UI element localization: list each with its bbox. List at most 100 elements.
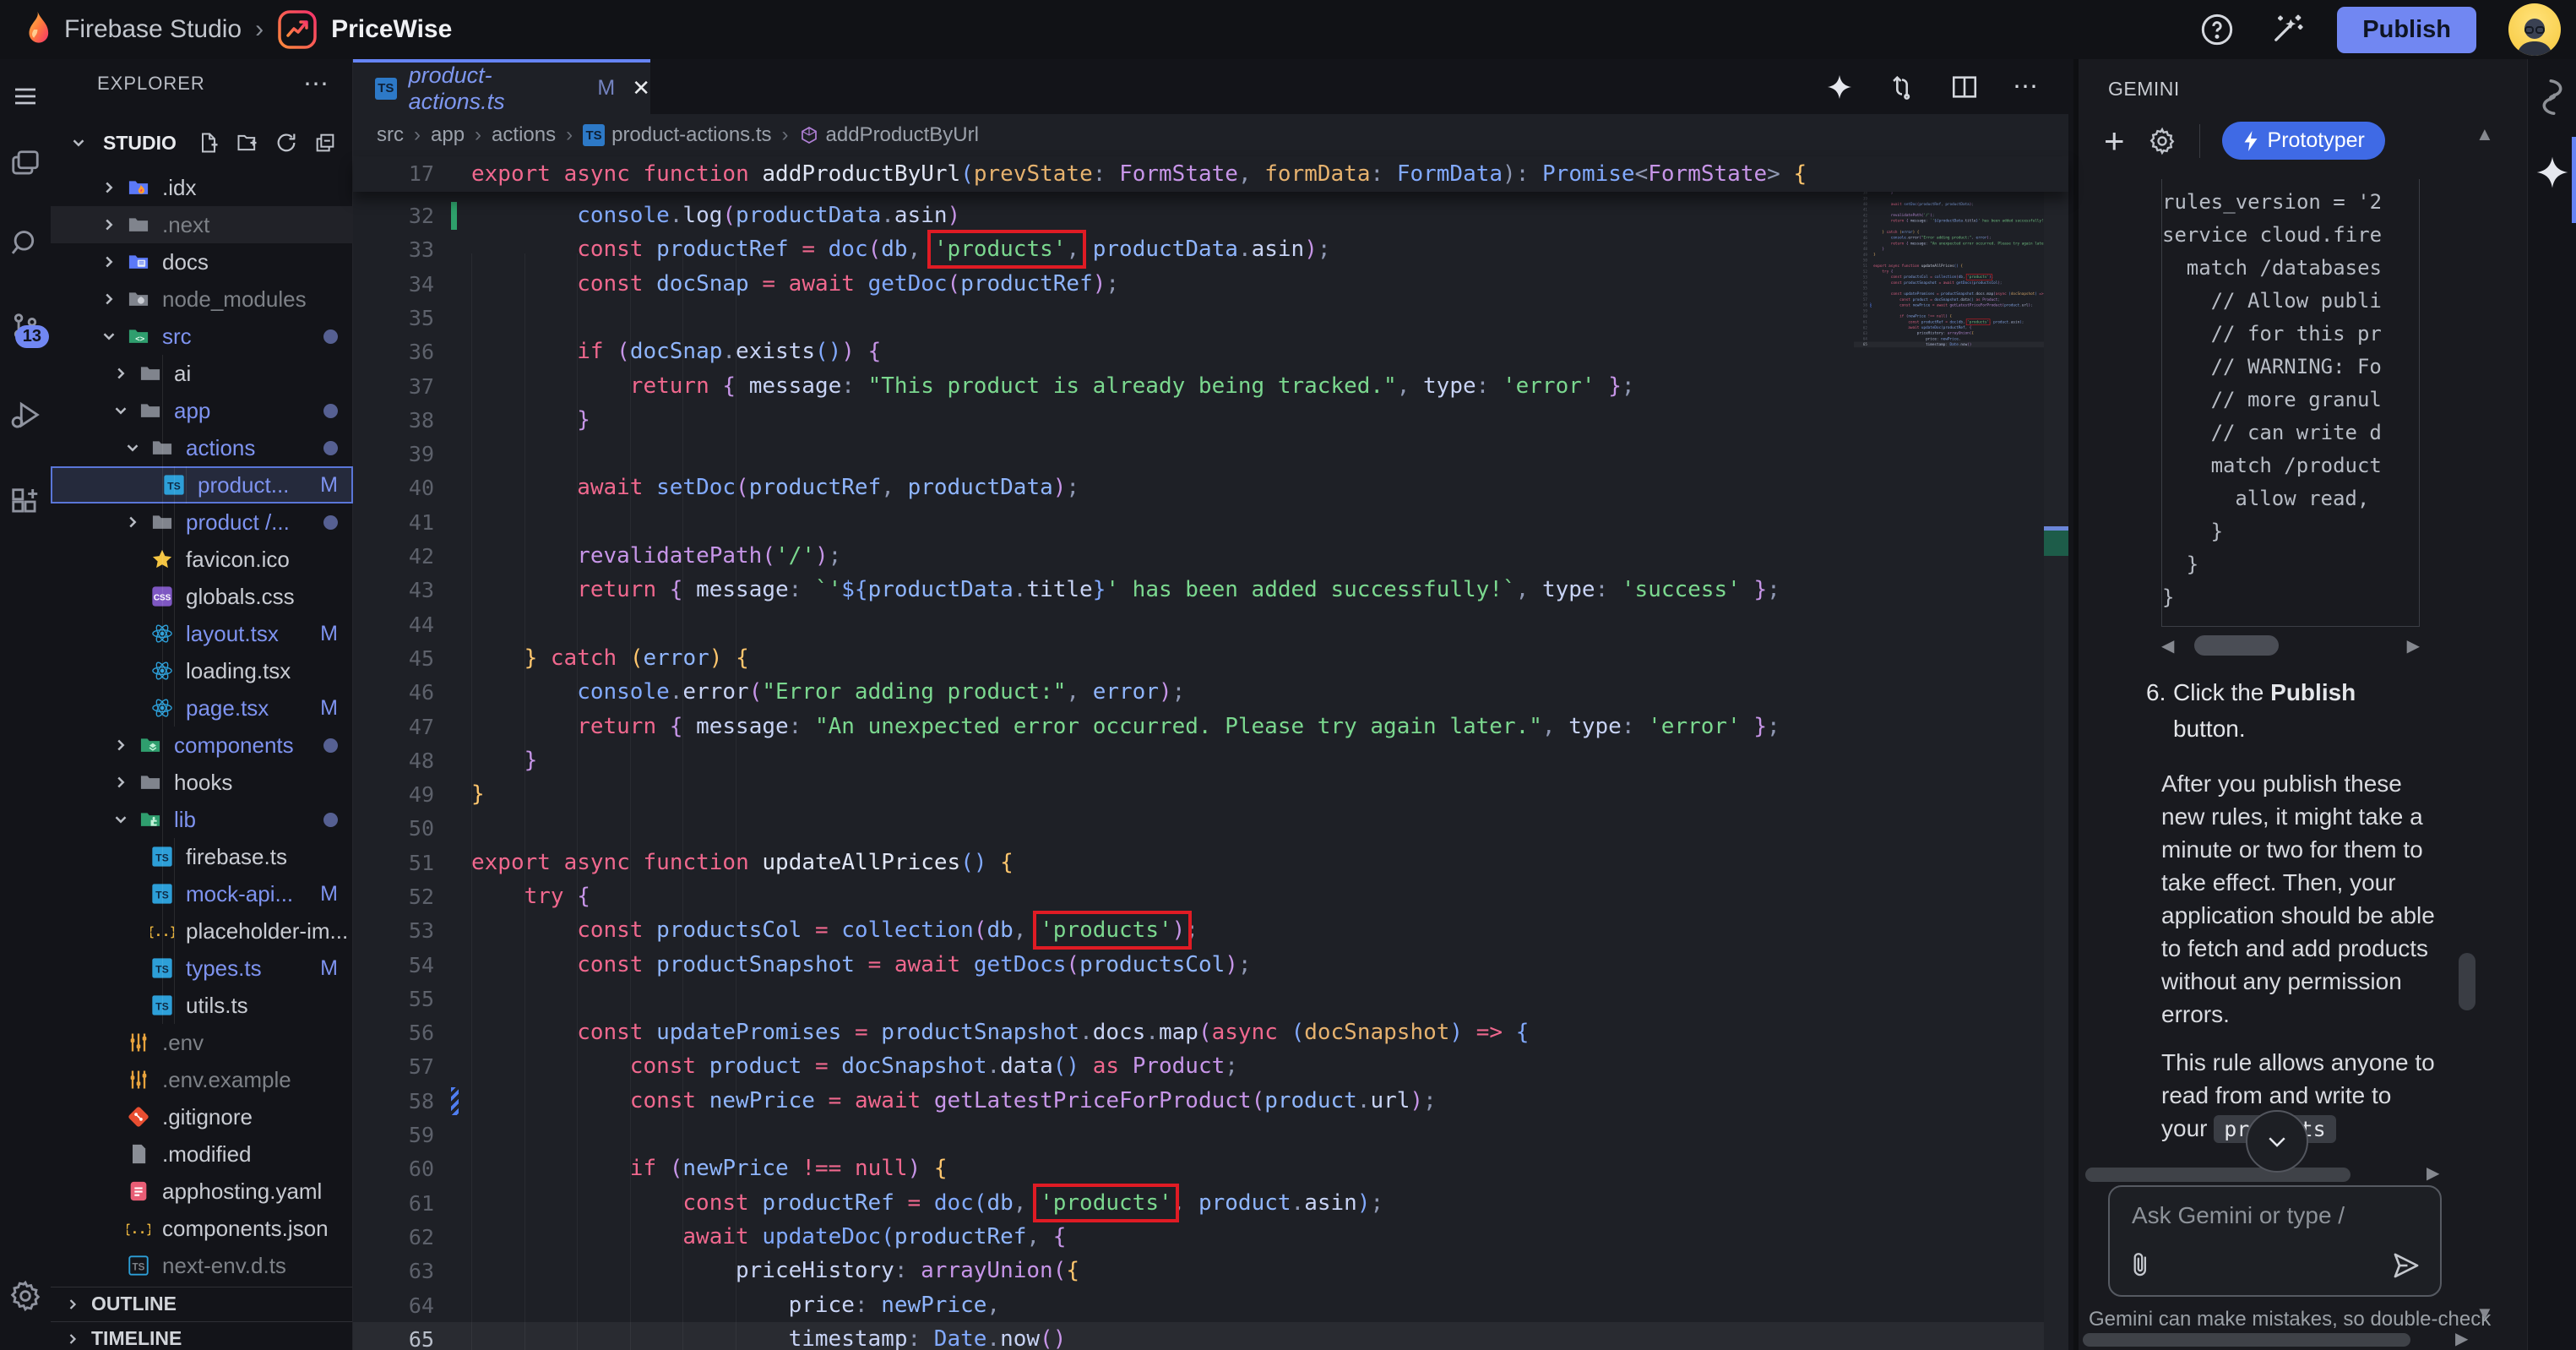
extensions-icon[interactable] (0, 480, 51, 524)
studio-section-header[interactable]: STUDIO (51, 123, 352, 162)
gemini-input-box[interactable]: Ask Gemini or type / (2108, 1185, 2442, 1297)
tree-item-app[interactable]: app (51, 392, 353, 429)
tree-item-page.tsx[interactable]: page.tsxM (51, 689, 353, 727)
scroll-left-icon[interactable]: ◀ (2161, 635, 2174, 656)
tree-item-.modified[interactable]: .modified (51, 1135, 353, 1173)
tree-item-placeholder-im...[interactable]: {..}placeholder-im... (51, 912, 353, 950)
publish-button[interactable]: Publish (2337, 7, 2476, 53)
code-block-hscrollbar[interactable]: ◀ ▶ (2161, 634, 2420, 657)
scroll-to-bottom-button[interactable] (2246, 1110, 2308, 1173)
scroll-right-icon[interactable]: ▶ (2427, 1162, 2439, 1184)
tree-item-.idx[interactable]: .idx (51, 169, 353, 206)
refresh-icon[interactable] (274, 131, 298, 155)
sticky-scroll-header[interactable]: 17export async function addProductByUrl(… (353, 156, 2068, 192)
tree-item-layout.tsx[interactable]: layout.tsxM (51, 615, 353, 652)
prototyper-badge[interactable]: Prototyper (2222, 122, 2385, 160)
editor-group: TS product-actions.ts M ✕ ⋯ (353, 59, 2068, 1350)
breadcrumb-item[interactable]: TSproduct-actions.ts (583, 123, 771, 147)
attach-paperclip-icon[interactable] (2128, 1250, 2154, 1283)
chat-hscrollbar[interactable] (2085, 1168, 2350, 1182)
run-debug-icon[interactable] (0, 393, 51, 437)
studio-spark-icon[interactable] (2528, 78, 2576, 117)
firebase-flame-icon (22, 10, 51, 49)
code-line-33: 33const productRef = doc(db, 'products',… (353, 232, 2044, 267)
tree-item-.next[interactable]: .next (51, 206, 353, 243)
code-line-17: 17export async function addProductByUrl(… (353, 156, 2044, 192)
breadcrumb-item[interactable]: addProductByUrl (799, 123, 979, 147)
compare-changes-icon[interactable] (1888, 73, 1916, 101)
tree-item-docs[interactable]: docs (51, 243, 353, 280)
settings-gear-icon[interactable] (0, 1274, 51, 1318)
editor-scrollbar[interactable] (2044, 156, 2068, 1350)
tree-item-apphosting.yaml[interactable]: apphosting.yaml (51, 1173, 353, 1210)
timeline-section[interactable]: TIMELINE (51, 1321, 352, 1350)
outline-section[interactable]: OUTLINE (51, 1287, 352, 1320)
tree-item-src[interactable]: <>src (51, 318, 353, 355)
tree-item-actions[interactable]: actions (51, 429, 353, 466)
tree-item-.env[interactable]: .env (51, 1024, 353, 1061)
gemini-sparkle-icon[interactable] (1825, 73, 1854, 101)
breadcrumb-item[interactable]: src (377, 123, 404, 147)
tree-item-hooks[interactable]: hooks (51, 764, 353, 801)
panel-hscrollbar[interactable] (2083, 1333, 2410, 1347)
tree-item-components.json[interactable]: {..}components.json (51, 1210, 353, 1247)
source-control-icon[interactable]: 13 (0, 304, 51, 348)
svg-text:TS: TS (133, 1261, 145, 1272)
chat-vscrollbar-thumb[interactable] (2459, 953, 2475, 1010)
tree-item-firebase.ts[interactable]: TSfirebase.ts (51, 838, 353, 875)
send-icon[interactable] (2391, 1252, 2421, 1283)
code-line-58: 58const newPrice = await getLatestPriceF… (353, 1084, 2044, 1119)
code-viewport[interactable]: 32console.log(productData.asin)33const p… (353, 156, 2068, 1350)
scroll-right-icon[interactable]: ▶ (2407, 635, 2420, 656)
gemini-settings-icon[interactable] (2147, 126, 2177, 156)
menu-hamburger-icon[interactable] (0, 74, 51, 118)
tree-item-ai[interactable]: ai (51, 355, 353, 392)
gutter-added-marker (451, 202, 457, 230)
tree-item-.gitignore[interactable]: .gitignore (51, 1098, 353, 1135)
help-icon[interactable] (2198, 11, 2236, 48)
hscrollbar-thumb[interactable] (2194, 635, 2279, 656)
chevron-right-icon (111, 736, 139, 754)
tree-item-types.ts[interactable]: TStypes.tsM (51, 950, 353, 987)
tree-item-.env.example[interactable]: .env.example (51, 1061, 353, 1098)
explorer-icon[interactable] (0, 142, 51, 186)
tree-item-favicon.ico[interactable]: favicon.ico (51, 541, 353, 578)
scroll-right-icon[interactable]: ▶ (2455, 1328, 2468, 1349)
tab-product-actions[interactable]: TS product-actions.ts M ✕ (353, 59, 650, 114)
more-actions-icon[interactable]: ⋯ (2013, 72, 2038, 101)
new-chat-icon[interactable]: + (2104, 126, 2125, 156)
search-icon[interactable] (0, 221, 51, 265)
tab-close-icon[interactable]: ✕ (632, 75, 650, 101)
tree-item-globals.css[interactable]: CSSglobals.css (51, 578, 353, 615)
breadcrumb-item[interactable]: app (431, 123, 465, 147)
tree-item-next-env.d.ts[interactable]: TSnext-env.d.ts (51, 1247, 353, 1284)
tree-item-mock-api...[interactable]: TSmock-api...M (51, 875, 353, 912)
explorer-more-icon[interactable]: ⋯ (303, 69, 330, 99)
source-control-badge: 13 (15, 325, 49, 348)
collapse-all-icon[interactable] (313, 131, 337, 155)
folder-gray-icon (139, 770, 171, 794)
magic-wand-icon[interactable] (2268, 11, 2305, 48)
tree-item-node-modules[interactable]: node_modules (51, 280, 353, 318)
minimap[interactable]: 32console.log(productData.asin)33const p… (1854, 156, 2044, 562)
split-editor-icon[interactable] (1950, 73, 1979, 101)
gemini-tab-sparkle-icon[interactable] (2528, 154, 2576, 191)
tree-item-utils.ts[interactable]: TSutils.ts (51, 987, 353, 1024)
code-line-54: 54const productSnapshot = await getDocs(… (353, 948, 2044, 983)
tree-item-components[interactable]: components (51, 727, 353, 764)
file-icon (127, 1142, 159, 1166)
new-folder-icon[interactable] (236, 131, 259, 155)
new-file-icon[interactable] (197, 131, 220, 155)
scroll-down-icon[interactable]: ▼ (2475, 1303, 2494, 1325)
tree-item-lib[interactable]: lib (51, 801, 353, 838)
tree-item-product-...[interactable]: product /... (51, 504, 353, 541)
braces-icon: {..} (150, 919, 182, 943)
firestore-rules-code-block[interactable]: rules_version = '2service cloud.firematc… (2161, 179, 2420, 627)
user-avatar[interactable] (2508, 3, 2561, 56)
tree-item-loading.tsx[interactable]: loading.tsx (51, 652, 353, 689)
tree-item-product...[interactable]: TSproduct...M (51, 466, 353, 504)
code-line-38: 38} (353, 403, 2044, 438)
breadcrumb-item[interactable]: actions (492, 123, 556, 147)
folder-src-icon: <> (127, 324, 159, 348)
scroll-up-icon[interactable]: ▲ (2475, 123, 2494, 145)
